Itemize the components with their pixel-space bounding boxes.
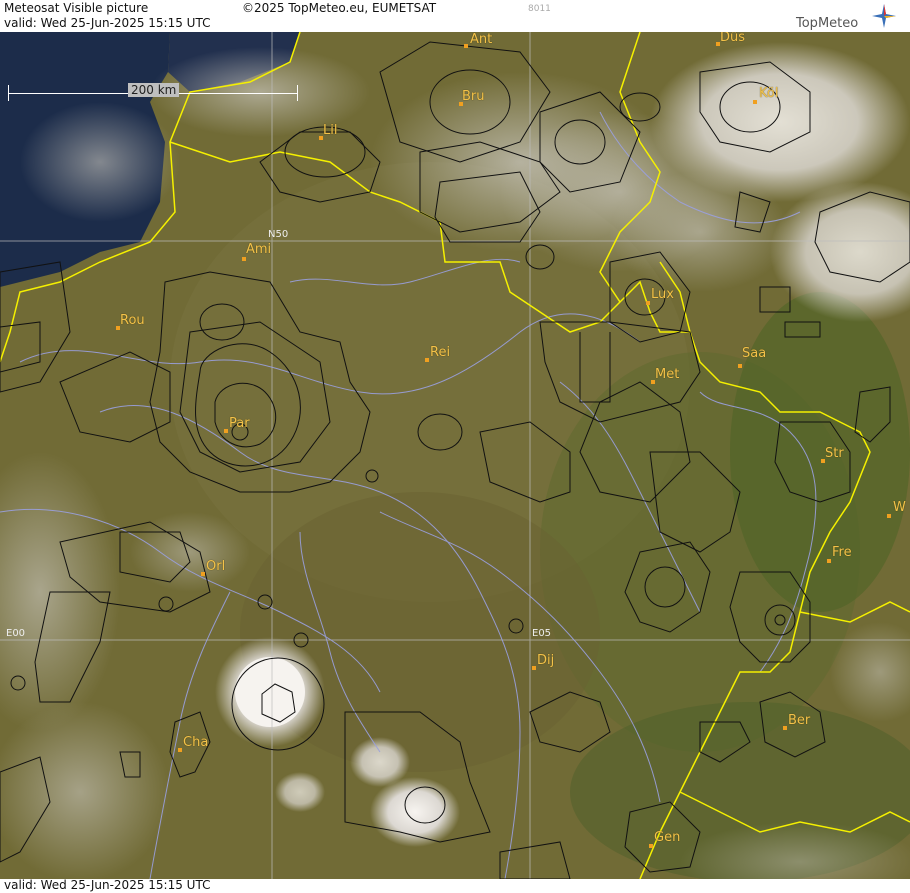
compass-star-icon (872, 4, 896, 28)
city-label[interactable]: Düs (720, 32, 745, 45)
city-label[interactable]: Saa (742, 346, 766, 361)
map-layers (0, 32, 910, 879)
city-label[interactable]: Ber (788, 713, 810, 728)
city-label[interactable]: Rei (430, 345, 450, 360)
map-title: Meteosat Visible picture (4, 1, 149, 15)
city-label[interactable]: Cha (183, 735, 208, 750)
city-label[interactable]: W (893, 500, 906, 515)
city-label[interactable]: Met (655, 367, 679, 382)
city-label[interactable]: Str (825, 446, 844, 461)
grid-label-n50: N50 (268, 229, 289, 240)
scale-label: 200 km (128, 83, 180, 97)
copyright: ©2025 TopMeteo.eu, EUMETSAT (242, 1, 437, 15)
footer-bar: valid: Wed 25-Jun-2025 15:15 UTC (0, 878, 910, 893)
city-label[interactable]: Orl (206, 559, 225, 574)
image-code: 8011 (528, 4, 551, 14)
footer-valid-time: valid: Wed 25-Jun-2025 15:15 UTC (4, 878, 211, 892)
city-label[interactable]: Fre (832, 545, 852, 560)
city-label[interactable]: Ant (470, 32, 492, 47)
city-label[interactable]: Gen (654, 830, 680, 845)
city-label[interactable]: Köl (759, 86, 778, 101)
city-label[interactable]: Ami (246, 242, 271, 257)
grid-label-e05: E05 (532, 628, 552, 639)
city-label[interactable]: Lil (323, 123, 337, 138)
valid-time: valid: Wed 25-Jun-2025 15:15 UTC (4, 16, 211, 30)
city-label[interactable]: Par (229, 416, 250, 431)
city-label[interactable]: Lux (651, 287, 674, 302)
scale-bar: 200 km (8, 83, 298, 101)
satellite-map[interactable]: 200 km N50 E00 E05 Ant Düs Bru Köl Lil A… (0, 32, 910, 879)
city-label[interactable]: Bru (462, 89, 485, 104)
logo-text: TopMeteo (796, 16, 859, 31)
city-label[interactable]: Dij (537, 653, 554, 668)
header-bar: Meteosat Visible picture valid: Wed 25-J… (0, 0, 910, 32)
city-label[interactable]: Rou (120, 313, 145, 328)
topmeteo-logo[interactable]: TopMeteo (790, 4, 900, 31)
grid-label-e00: E00 (6, 628, 26, 639)
